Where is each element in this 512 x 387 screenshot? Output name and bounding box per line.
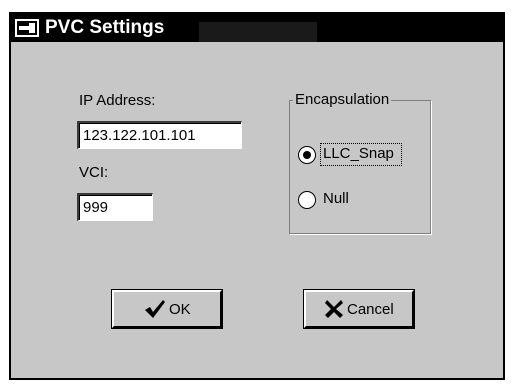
window-title: PVC Settings	[45, 17, 165, 38]
network-plug-icon	[15, 19, 39, 37]
vci-label: VCI:	[79, 164, 109, 181]
radio-null-label[interactable]: Null	[323, 190, 349, 207]
title-bar-strip	[199, 22, 317, 42]
ok-button[interactable]: OK	[112, 290, 222, 328]
encapsulation-group: Encapsulation LLC_Snap Null	[289, 91, 431, 234]
ip-address-field[interactable]: 123.122.101.101	[77, 121, 242, 149]
ip-address-label: IP Address:	[79, 92, 156, 109]
x-icon	[325, 300, 343, 318]
checkmark-icon	[145, 300, 165, 318]
radio-llc-snap[interactable]	[298, 146, 316, 164]
pvc-settings-dialog: PVC Settings IP Address: 123.122.101.101…	[9, 12, 505, 380]
radio-null[interactable]	[298, 191, 316, 209]
radio-selected-dot	[303, 151, 311, 159]
cancel-button[interactable]: Cancel	[304, 290, 414, 328]
cancel-button-label: Cancel	[347, 301, 394, 318]
encapsulation-legend: Encapsulation	[293, 91, 392, 108]
title-bar[interactable]: PVC Settings	[11, 14, 503, 42]
vci-field[interactable]: 999	[77, 193, 153, 221]
radio-llc-snap-label[interactable]: LLC_Snap	[323, 145, 394, 162]
ok-button-label: OK	[169, 301, 191, 318]
